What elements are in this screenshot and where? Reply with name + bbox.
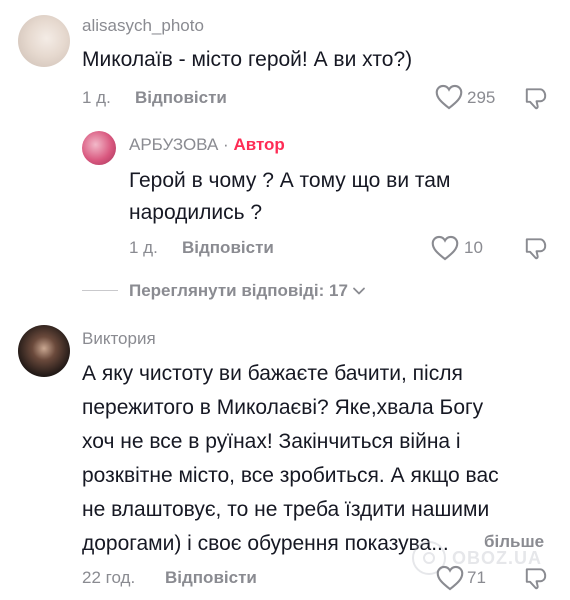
comment-text: Миколаїв - місто герой! А ви хто?) <box>82 48 413 71</box>
chevron-down-icon <box>353 287 365 295</box>
heart-icon[interactable] <box>436 565 464 591</box>
reply-text-line-2: народились ? <box>129 201 263 224</box>
dislike-icon[interactable] <box>523 235 549 261</box>
comment-text-line-5: не влаштовує, то не треба їздити нашими <box>82 498 490 521</box>
comment-text-line-2: пережитого в Миколаєві? Яке,хвала Богу <box>82 396 484 419</box>
heart-icon[interactable] <box>431 235 459 261</box>
view-replies-label[interactable]: Переглянути відповіді: 17 <box>129 281 348 301</box>
like-count: 71 <box>467 568 486 587</box>
reply-username[interactable]: АРБУЗОВА <box>129 135 218 154</box>
heart-icon[interactable] <box>435 84 463 110</box>
like-count: 295 <box>467 88 496 107</box>
separator-dot: · <box>223 135 229 154</box>
comment-time: 22 год. <box>82 568 136 587</box>
dislike-icon[interactable] <box>523 85 549 111</box>
reply-button[interactable]: Відповісти <box>135 88 227 108</box>
reply-button[interactable]: Відповісти <box>182 238 274 258</box>
comment-username[interactable]: alisasych_photo <box>82 16 204 36</box>
reply-button[interactable]: Відповісти <box>165 568 257 588</box>
comment-username[interactable]: Виктория <box>82 329 156 349</box>
reply-text-line-1: Герой в чому ? А тому що ви там <box>129 169 451 192</box>
divider <box>82 290 118 291</box>
author-badge: Автор <box>233 135 285 154</box>
like-count: 10 <box>464 238 483 257</box>
reply-time: 1 д. <box>129 238 158 257</box>
comment-time: 1 д. <box>82 88 111 107</box>
view-replies-button[interactable]: Переглянути відповіді: 17 <box>129 281 366 301</box>
avatar-alisasych-photo[interactable] <box>18 15 70 67</box>
comment-text-line-6: дорогами) і своє обурення показува... <box>82 532 449 555</box>
avatar-viktoriya[interactable] <box>18 325 70 377</box>
avatar-arbuzova[interactable] <box>82 131 116 165</box>
comment-text-line-4: розквітне місто, все зробиться. А якщо в… <box>82 464 499 487</box>
reply-username-row[interactable]: АРБУЗОВА · Автор <box>129 135 285 155</box>
dislike-icon[interactable] <box>523 565 549 591</box>
comment-text-line-3: хоч не все в руїнах! Закінчиться війна і <box>82 430 461 453</box>
comment-text-line-1: А яку чистоту ви бажаєте бачити, після <box>82 362 463 385</box>
